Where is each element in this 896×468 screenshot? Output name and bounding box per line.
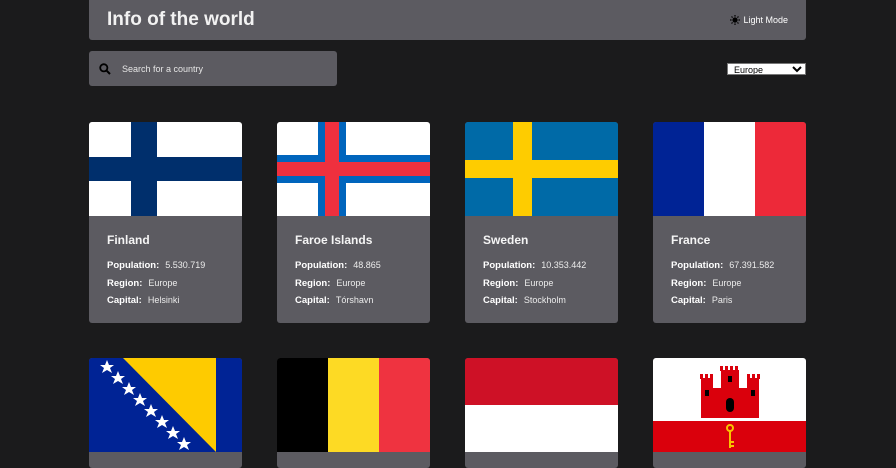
theme-toggle-button[interactable]: Light Mode <box>730 15 788 25</box>
page-title: Info of the world <box>107 9 255 30</box>
population-value: 67.391.582 <box>729 260 775 270</box>
flag-belgium <box>277 358 430 452</box>
flag-faroe-islands <box>277 122 430 216</box>
country-name: France <box>671 233 711 247</box>
country-name: Sweden <box>483 233 529 247</box>
region-value: Europe <box>148 277 178 288</box>
population-value: 48.865 <box>353 260 381 270</box>
capital-value: Helsinki <box>147 295 180 305</box>
capital-label: Capital: <box>483 295 518 306</box>
region-label: Region: <box>107 277 143 289</box>
region-label: Region: <box>483 277 519 289</box>
country-card-finland[interactable]: Finland Population: 5.530.719 Region: Euro… <box>89 122 242 323</box>
theme-toggle-label: Light Mode <box>743 15 788 25</box>
region-label: Region: <box>295 277 331 289</box>
region-filter-select[interactable]: Europe <box>727 63 806 75</box>
flag-france <box>653 122 806 216</box>
capital-value: Stockholm <box>523 295 566 305</box>
flag-sweden <box>465 122 618 216</box>
region-label: Region: <box>671 277 707 289</box>
country-card-sweden[interactable]: Sweden Population: 10.353.442 Region: Euro… <box>465 122 618 323</box>
capital-label: Capital: <box>671 295 706 306</box>
capital-value: Tórshavn <box>335 295 374 305</box>
population-label: Population: <box>295 260 348 271</box>
country-card-bosnia[interactable] <box>89 358 242 468</box>
capital-label: Capital: <box>295 295 330 306</box>
flag-finland <box>89 122 242 216</box>
search-input[interactable] <box>122 63 322 74</box>
population-value: 10.353.442 <box>541 260 587 270</box>
country-card-faroe-islands[interactable]: Faroe Islands Population: 48.865 Region: E… <box>277 122 430 323</box>
population-label: Population: <box>671 260 724 271</box>
search-bar <box>89 51 337 86</box>
sun-icon <box>730 15 741 25</box>
flag-gibraltar <box>653 358 806 452</box>
app-header: Info of the world Light Mode <box>89 0 806 40</box>
country-card-gibraltar[interactable] <box>653 358 806 468</box>
country-card-france[interactable]: France Population: 67.391.582 Region: Euro… <box>653 122 806 323</box>
capital-value: Paris <box>711 295 733 305</box>
region-value: Europe <box>712 277 742 288</box>
population-value: 5.530.719 <box>165 260 206 270</box>
population-label: Population: <box>107 260 160 271</box>
country-card-belgium[interactable] <box>277 358 430 468</box>
flag-monaco <box>465 358 618 452</box>
country-name: Finland <box>107 233 150 247</box>
search-icon <box>99 62 111 75</box>
region-value: Europe <box>336 277 366 288</box>
flag-bosnia-and-herzegovina <box>89 358 242 452</box>
country-card-monaco[interactable] <box>465 358 618 468</box>
population-label: Population: <box>483 260 536 271</box>
capital-label: Capital: <box>107 295 142 306</box>
region-value: Europe <box>524 277 554 288</box>
country-name: Faroe Islands <box>295 233 373 247</box>
